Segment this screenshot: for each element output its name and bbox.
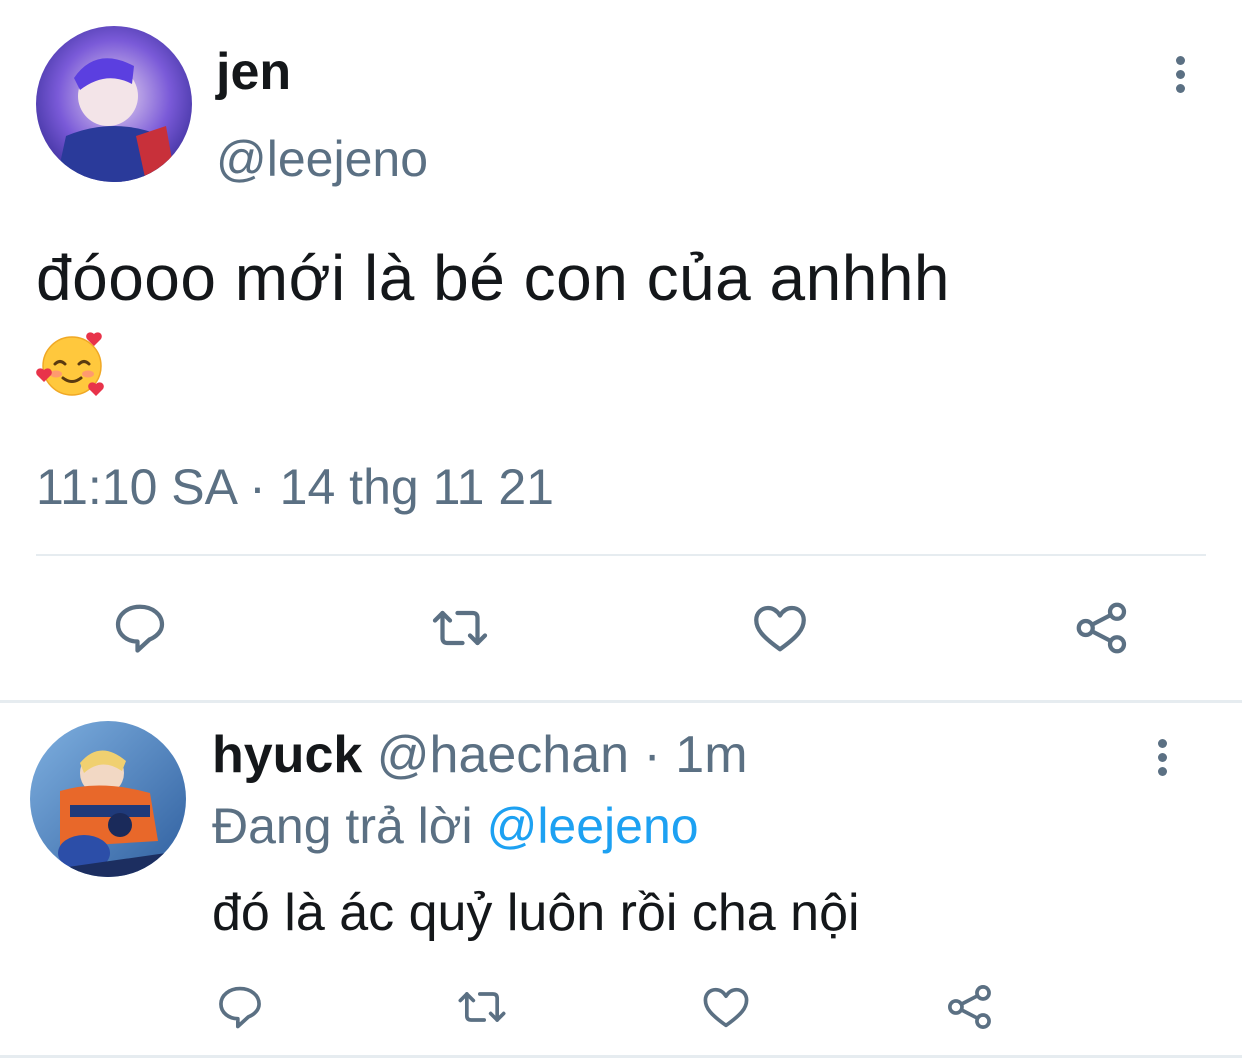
relative-time[interactable]: 1m bbox=[675, 726, 747, 784]
like-icon[interactable] bbox=[748, 596, 812, 660]
author-name[interactable]: hyuck bbox=[212, 726, 362, 784]
action-bar bbox=[0, 979, 1242, 1035]
reply-icon[interactable] bbox=[108, 596, 172, 660]
smiling-face-with-hearts-icon bbox=[36, 328, 108, 400]
avatar[interactable] bbox=[36, 26, 192, 182]
more-options-icon[interactable] bbox=[1160, 50, 1200, 100]
author-name[interactable]: jen bbox=[216, 42, 291, 102]
retweet-icon[interactable] bbox=[454, 979, 510, 1035]
author-handle[interactable]: @haechan bbox=[377, 726, 629, 784]
replying-prefix: Đang trả lời bbox=[212, 798, 487, 854]
divider bbox=[36, 554, 1206, 556]
reply-tweet[interactable]: hyuck @haechan · 1m Đang trả lời @leejen… bbox=[0, 703, 1242, 1059]
share-icon[interactable] bbox=[942, 979, 998, 1035]
retweet-icon[interactable] bbox=[428, 596, 492, 660]
main-tweet: jen @leejeno đóooo mới là bé con của anh… bbox=[0, 0, 1242, 700]
avatar[interactable] bbox=[30, 721, 186, 877]
replying-to: Đang trả lời @leejeno bbox=[212, 797, 699, 855]
timestamp[interactable]: 11:10 SA · 14 thg 11 21 bbox=[36, 458, 554, 516]
mention-link[interactable]: @leejeno bbox=[487, 798, 699, 854]
more-options-icon[interactable] bbox=[1142, 733, 1182, 783]
like-icon[interactable] bbox=[698, 979, 754, 1035]
divider bbox=[0, 1055, 1242, 1058]
author-handle[interactable]: @leejeno bbox=[216, 130, 428, 188]
action-bar bbox=[0, 596, 1242, 660]
reply-header: hyuck @haechan · 1m bbox=[212, 725, 748, 785]
reply-icon[interactable] bbox=[212, 979, 268, 1035]
share-icon[interactable] bbox=[1070, 596, 1134, 660]
tweet-text: đó là ác quỷ luôn rồi cha nội bbox=[212, 884, 860, 942]
separator: · bbox=[629, 726, 676, 784]
tweet-text: đóooo mới là bé con của anhhh bbox=[36, 242, 950, 314]
